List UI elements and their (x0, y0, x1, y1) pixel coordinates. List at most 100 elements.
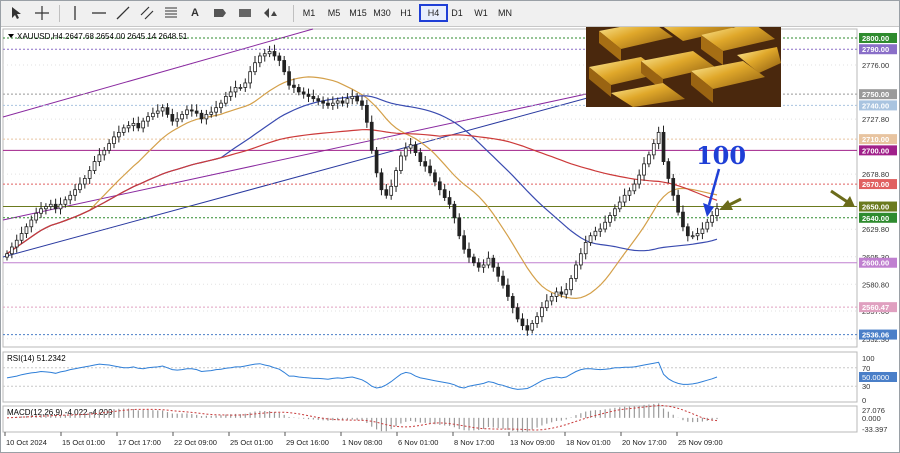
candle-body (321, 100, 325, 104)
candle-body (423, 161, 428, 167)
candle-body (180, 113, 184, 120)
candle-body (661, 131, 666, 162)
candle-body (97, 154, 102, 162)
candle-body (165, 107, 170, 115)
candle-body (199, 112, 204, 120)
candle-body (399, 155, 403, 171)
candle-body (296, 87, 301, 93)
timeframe-h4[interactable]: H4 (419, 4, 448, 22)
arrows-icon[interactable] (259, 4, 283, 22)
timeframe-m15[interactable]: M15 (347, 4, 369, 22)
price-tag-label: 2740.00 (862, 101, 889, 110)
rsi-line (6, 361, 718, 390)
candle-body (476, 262, 481, 268)
candle-body (617, 201, 622, 210)
candle-body (535, 316, 539, 324)
candle-body (102, 149, 107, 156)
candle-body (583, 242, 588, 255)
timeframe-h1[interactable]: H1 (396, 4, 416, 22)
candle-body (413, 144, 418, 154)
candle-body (136, 122, 141, 129)
candle-body (374, 149, 379, 174)
timeframe-d1[interactable]: D1 (447, 4, 467, 22)
channel-icon[interactable] (137, 4, 157, 22)
annotation-text: 100 (696, 141, 746, 170)
timeframe-mn[interactable]: MN (494, 4, 516, 22)
candle-body (510, 296, 515, 309)
candle-body (384, 189, 389, 196)
timeframe-w1[interactable]: W1 (470, 4, 492, 22)
candle-body (681, 211, 685, 228)
trendline-group (2, 28, 592, 258)
candle-body (379, 172, 384, 191)
candle-body (63, 199, 68, 205)
candle-body (78, 183, 82, 191)
candle-body (559, 291, 564, 295)
candle-body (68, 194, 73, 201)
candle-body (403, 147, 408, 157)
price-axis: 2776.002750.002727.802678.802629.802605.… (859, 32, 897, 344)
candle-body (544, 300, 549, 309)
channel-lower-line (2, 92, 592, 221)
fibonacci-icon[interactable] (161, 4, 181, 22)
candle-body (160, 107, 165, 112)
cursor-arrow-icon[interactable] (7, 4, 25, 22)
moving-averages (6, 76, 718, 300)
candle-body (593, 230, 598, 237)
candle-body (418, 152, 423, 162)
candle-body (656, 131, 661, 145)
candle-body (262, 53, 267, 57)
candle-body (233, 87, 238, 93)
candle-body (48, 203, 53, 207)
candle-body (603, 221, 607, 230)
candle-body (608, 215, 612, 223)
price-tag-label: 2650.00 (862, 203, 889, 212)
candle-body (14, 239, 19, 248)
crosshair-icon[interactable] (31, 4, 53, 22)
toolbar-separator (293, 5, 294, 22)
timeframe-m1[interactable]: M1 (299, 4, 319, 22)
candle-body (676, 194, 680, 213)
vertical-line-icon[interactable] (65, 4, 85, 22)
candle-body (365, 105, 369, 123)
gold-bars-image (586, 27, 781, 107)
timeframe-m30[interactable]: M30 (371, 4, 393, 22)
candle-body (287, 71, 291, 86)
candle-body (272, 51, 277, 57)
candle-body (554, 291, 559, 297)
candle-body (715, 208, 719, 216)
text-tool-button[interactable]: A (185, 4, 205, 22)
text-label-icon[interactable] (209, 4, 231, 22)
candle-body (496, 266, 501, 277)
time-tick-label: 10 Oct 2024 (6, 438, 47, 447)
candle-body (194, 110, 199, 114)
candle-body (515, 307, 520, 320)
time-tick-label: 25 Oct 01:00 (230, 438, 273, 447)
candle-body (666, 161, 671, 179)
horizontal-line-icon[interactable] (89, 4, 109, 22)
candle-body (486, 257, 491, 266)
channel-upper-line (2, 28, 314, 118)
candle-body (82, 178, 87, 185)
candle-body (87, 170, 92, 179)
candle-body (151, 112, 155, 118)
candle-body (267, 51, 272, 55)
trendline-icon[interactable] (113, 4, 133, 22)
rsi-tick-label: 50.0000 (862, 373, 889, 382)
candle-body (126, 125, 131, 129)
candle-body (311, 96, 316, 100)
candle-body (292, 84, 296, 88)
price-tick-label: 2678.80 (862, 170, 889, 179)
macd-tick-label: 0.000 (862, 414, 881, 423)
shapes-icon[interactable] (235, 4, 255, 22)
candle-body (428, 165, 432, 174)
candle-body (204, 113, 209, 120)
candle-body (690, 235, 695, 238)
candle-body (472, 256, 476, 264)
olive-arrow-icon (719, 197, 742, 210)
chart-canvas[interactable]: 100 XAUUSD,H4 2647.68 2654.00 2645.14 26… (1, 27, 899, 452)
collapse-triangle-icon[interactable] (8, 34, 14, 38)
price-tag-label: 2600.00 (862, 259, 889, 268)
rsi-label: RSI(14) 51.2342 (7, 354, 66, 363)
timeframe-m5[interactable]: M5 (323, 4, 345, 22)
